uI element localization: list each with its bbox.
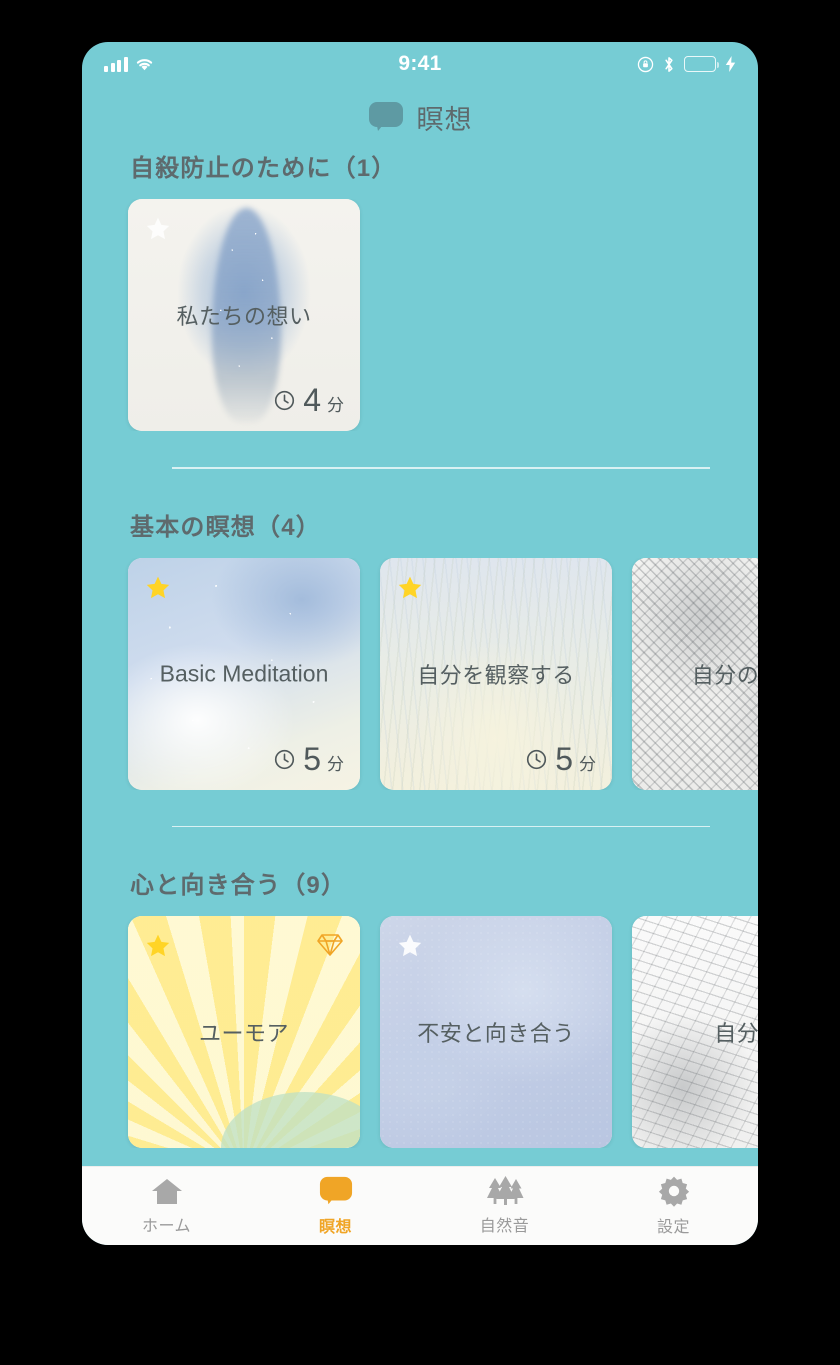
duration-value: 5 xyxy=(555,740,573,777)
tab-label: 設定 xyxy=(656,1219,690,1236)
card-title: Basic Meditation xyxy=(159,660,329,686)
meditation-card[interactable]: 私たちの想い 4 分 xyxy=(128,199,360,431)
speech-bubble-icon xyxy=(368,102,403,131)
card-title: ユーモア xyxy=(198,1021,289,1046)
status-bar: 9:41 xyxy=(82,42,758,86)
tab-settings[interactable]: 設定 xyxy=(589,1175,758,1237)
meditation-card[interactable]: 自分の周り xyxy=(632,557,758,790)
clock-icon xyxy=(275,390,295,411)
duration-value: 5 xyxy=(303,740,321,777)
duration-value: 4 xyxy=(303,382,321,418)
star-icon[interactable] xyxy=(396,932,424,960)
card-title: 自分の周り xyxy=(691,662,758,688)
tab-label: 瞑想 xyxy=(318,1219,352,1236)
section-divider xyxy=(172,467,710,469)
star-icon[interactable] xyxy=(144,932,172,960)
meditation-card[interactable]: 不安と向き合う xyxy=(380,916,612,1148)
section-title: 基本の瞑想（4） xyxy=(130,513,321,541)
gear-icon xyxy=(658,1176,689,1207)
clock-icon xyxy=(527,749,547,769)
duration-unit: 分 xyxy=(579,754,596,774)
section-divider xyxy=(172,825,710,827)
card-title: 不安と向き合う xyxy=(417,1021,575,1046)
star-icon[interactable] xyxy=(144,215,172,243)
section-suicide-prevention: 自殺防止のために（1） 私たちの想い 4 分 xyxy=(82,148,758,431)
duration-unit: 分 xyxy=(327,754,344,774)
meditation-card[interactable]: 自分で xyxy=(632,916,758,1148)
card-title: 自分で xyxy=(714,1021,758,1046)
battery-icon xyxy=(684,56,720,72)
status-bar-clock: 9:41 xyxy=(398,52,442,75)
trees-icon xyxy=(486,1176,523,1205)
section-basic-meditation: 基本の瞑想（4） Basic Meditation 5 分 自分を観察する 5 … xyxy=(82,507,758,790)
meditation-card[interactable]: Basic Meditation 5 分 xyxy=(128,557,360,790)
card-title: 自分を観察する xyxy=(417,662,575,688)
section-facing-the-heart: 心と向き合う（9） ユーモア 不安と向き合う 自分 xyxy=(82,865,758,1148)
tab-meditation[interactable]: 瞑想 xyxy=(251,1175,420,1237)
card-row[interactable]: 私たちの想い 4 分 xyxy=(82,199,758,431)
meditation-card[interactable]: 自分を観察する 5 分 xyxy=(380,557,612,790)
card-row[interactable]: ユーモア 不安と向き合う 自分で xyxy=(82,916,758,1148)
tab-home[interactable]: ホーム xyxy=(82,1176,251,1236)
page-title: 瞑想 xyxy=(416,104,473,135)
tab-label: 自然音 xyxy=(479,1218,530,1235)
card-title: 私たちの想い xyxy=(176,304,312,329)
phone-screen: 9:41 瞑想 自殺防止のために（1） 私たちの想い 4 分 基本の瞑想（4） … xyxy=(82,42,758,1245)
star-icon[interactable] xyxy=(396,574,424,602)
home-icon xyxy=(151,1179,182,1204)
bottom-tab-bar: ホーム 瞑想 自然音 設定 xyxy=(82,1166,758,1245)
card-duration: 5 分 xyxy=(274,741,344,778)
card-row[interactable]: Basic Meditation 5 分 自分を観察する 5 分 自分の xyxy=(82,557,758,790)
star-icon[interactable] xyxy=(144,574,172,602)
card-duration: 5 分 xyxy=(526,741,596,778)
section-title: 自殺防止のために（1） xyxy=(130,155,397,182)
nav-header: 瞑想 xyxy=(82,86,758,148)
meditation-list-scroll[interactable]: 自殺防止のために（1） 私たちの想い 4 分 基本の瞑想（4） Basic Me… xyxy=(82,148,758,1183)
card-duration: 4 分 xyxy=(274,382,344,419)
gem-icon xyxy=(317,934,343,956)
section-title: 心と向き合う（9） xyxy=(130,872,347,899)
tab-nature-sounds[interactable]: 自然音 xyxy=(420,1176,589,1236)
duration-unit: 分 xyxy=(327,396,344,415)
meditation-card[interactable]: ユーモア xyxy=(128,916,360,1148)
speech-bubble-icon xyxy=(319,1176,352,1205)
tab-label: ホーム xyxy=(141,1218,192,1235)
clock-icon xyxy=(275,749,295,769)
